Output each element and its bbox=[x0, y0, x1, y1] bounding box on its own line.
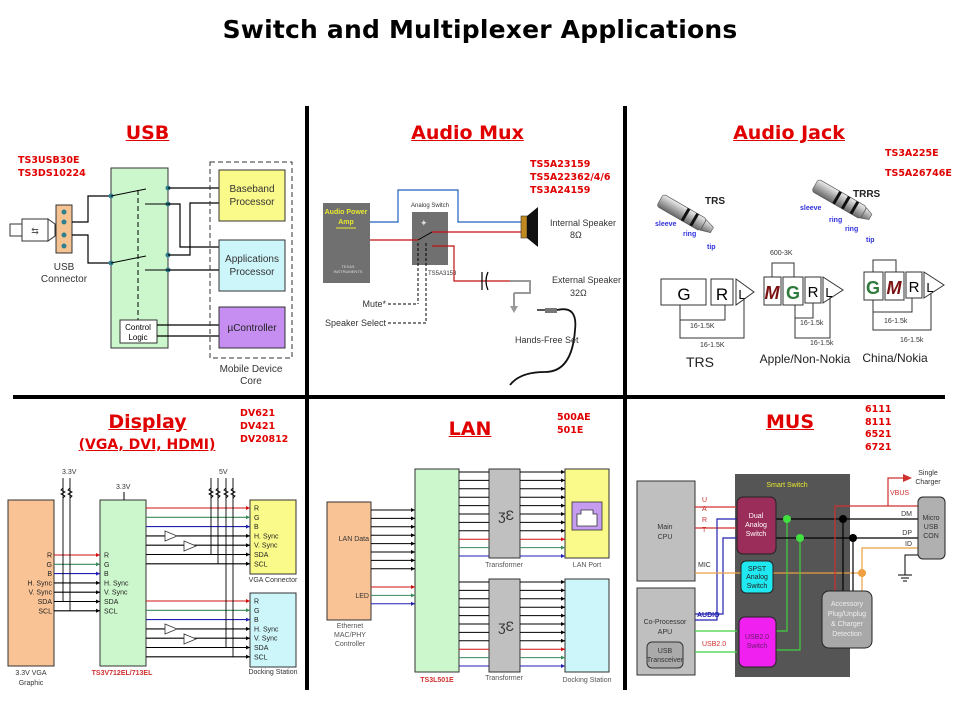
smart-switch-label: Smart Switch bbox=[766, 482, 807, 489]
transceiver-label: Transceiver bbox=[647, 657, 684, 664]
main-cpu-label: CPU bbox=[658, 534, 673, 541]
dual-switch-label: Analog bbox=[745, 522, 767, 529]
main-cpu bbox=[636, 480, 696, 582]
usb-transceiver bbox=[646, 641, 684, 669]
id-label: ID bbox=[905, 541, 912, 548]
usb20-switch bbox=[738, 616, 777, 668]
uart-label: T bbox=[702, 527, 707, 534]
accessory-label: Detection bbox=[832, 631, 862, 638]
mus-diagram: Main CPU Co-Processor APU USB Transceive… bbox=[636, 470, 946, 677]
coprocessor-label: APU bbox=[658, 629, 672, 636]
mic-label: MIC bbox=[698, 562, 711, 569]
usb-switch-label: Switch bbox=[747, 643, 768, 650]
usb-switch-label: USB2.0 bbox=[745, 634, 769, 641]
accessory-label: & Charger bbox=[831, 621, 864, 628]
dp-label: DP bbox=[902, 530, 912, 537]
coprocessor-label: Co-Processor bbox=[644, 619, 687, 626]
uart-label: U bbox=[702, 497, 707, 504]
audio-label: AUDIO bbox=[697, 612, 720, 619]
micro-usb-label: USB bbox=[924, 524, 939, 531]
vbus-label: VBUS bbox=[890, 490, 909, 497]
spst-switch-label: SPST bbox=[748, 566, 767, 573]
charger-label: Single bbox=[918, 470, 938, 477]
uart-label: A bbox=[702, 506, 707, 513]
transceiver-label: USB bbox=[658, 648, 673, 655]
charger-label: Charger bbox=[915, 479, 941, 486]
main-cpu-label: Main bbox=[657, 524, 672, 531]
dual-switch-label: Switch bbox=[746, 531, 767, 538]
micro-usb-label: Micro bbox=[922, 515, 939, 522]
micro-usb-label: CON bbox=[923, 533, 939, 540]
spst-switch-label: Switch bbox=[747, 583, 768, 590]
dual-switch-label: Dual bbox=[749, 513, 764, 520]
accessory-detection bbox=[821, 590, 873, 649]
accessory-label: Plug/Unplug bbox=[828, 611, 866, 618]
usb20-label: USB2.0 bbox=[702, 641, 726, 648]
dm-label: DM bbox=[901, 511, 912, 518]
accessory-label: Accessory bbox=[831, 601, 864, 608]
spst-switch-label: Analog bbox=[746, 574, 768, 581]
uart-label: R bbox=[702, 517, 707, 524]
